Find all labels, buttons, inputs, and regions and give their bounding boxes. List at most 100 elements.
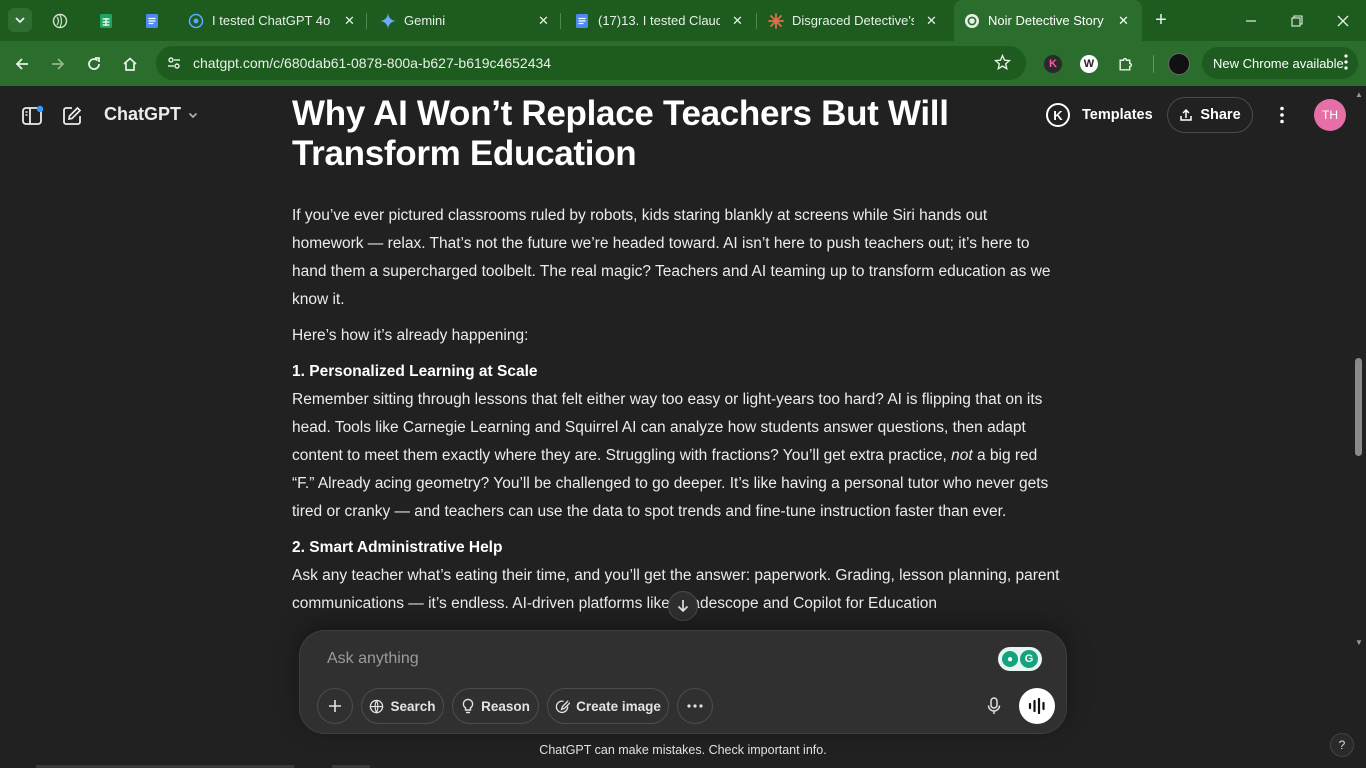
globe-icon: [370, 699, 384, 714]
close-tab-icon[interactable]: ✕: [1118, 13, 1129, 29]
tab-pinned-3[interactable]: [136, 0, 170, 41]
scrollbar[interactable]: ▲ ▼: [1352, 86, 1366, 650]
conversation-options-button[interactable]: [1270, 102, 1294, 128]
arrow-left-icon: [15, 58, 28, 70]
scroll-up-icon[interactable]: ▲: [1355, 90, 1363, 99]
share-button[interactable]: Share: [1167, 97, 1253, 133]
kebab-menu-icon: [1280, 106, 1284, 124]
new-chat-button[interactable]: [60, 104, 84, 128]
restore-button[interactable]: [1274, 0, 1320, 41]
tab-divider: [756, 13, 757, 29]
lightbulb-icon: [462, 698, 474, 714]
tab-pinned-2[interactable]: [90, 0, 124, 41]
tab-divider: [366, 13, 367, 29]
close-tab-icon[interactable]: ✕: [926, 13, 937, 29]
voice-wave-icon: [1028, 698, 1045, 714]
url-text: chatgpt.com/c/680dab61-0878-800a-b627-b6…: [193, 55, 552, 71]
search-label: Search: [390, 698, 436, 714]
avatar[interactable]: TH: [1314, 99, 1346, 131]
profile-avatar-icon: [1168, 53, 1190, 75]
close-tab-icon[interactable]: ✕: [732, 13, 743, 29]
tab-disgraced-detective[interactable]: Disgraced Detective's C ✕: [760, 0, 950, 41]
help-button[interactable]: ?: [1330, 733, 1354, 757]
scroll-down-icon[interactable]: ▼: [1355, 638, 1363, 647]
model-selector[interactable]: ChatGPT: [104, 104, 199, 125]
reload-button[interactable]: [80, 50, 108, 78]
microphone-icon: [987, 697, 1001, 714]
restore-icon: [1291, 14, 1303, 27]
tab-gemini[interactable]: Gemini ✕: [372, 0, 556, 41]
reason-label: Reason: [481, 698, 530, 714]
brand-label: ChatGPT: [104, 104, 182, 124]
browser-tab-strip: I tested ChatGPT 4o im ✕ Gemini ✕ (17)13…: [0, 0, 1366, 41]
tab-divider: [560, 13, 561, 29]
reason-button[interactable]: Reason: [452, 688, 539, 724]
globe-icon: [52, 13, 68, 29]
sheets-icon: [98, 13, 114, 29]
close-tab-icon[interactable]: ✕: [538, 13, 549, 29]
claude-icon: [768, 12, 784, 29]
extension-k-icon: K: [1044, 55, 1062, 73]
dictate-button[interactable]: [977, 688, 1011, 724]
close-window-button[interactable]: [1320, 0, 1366, 41]
forward-button[interactable]: [44, 50, 72, 78]
scrollbar-thumb[interactable]: [1355, 358, 1362, 456]
tab-noir-detective-story[interactable]: Noir Detective Story ✕: [954, 0, 1142, 41]
search-button[interactable]: Search: [361, 688, 444, 724]
tab-chatgpt-4o-article[interactable]: I tested ChatGPT 4o im ✕: [180, 0, 362, 41]
tab-claude-doc[interactable]: (17)13. I tested Claude ✕: [566, 0, 756, 41]
profile-button[interactable]: [1165, 50, 1193, 78]
assistant-message: Why AI Won’t Replace Teachers But Will T…: [292, 94, 1062, 618]
lightbulb-icon: ●: [1002, 651, 1018, 667]
tab-title: I tested ChatGPT 4o im: [212, 13, 334, 28]
chatgpt-app: Why AI Won’t Replace Teachers But Will T…: [0, 86, 1366, 768]
create-image-button[interactable]: Create image: [547, 688, 669, 724]
docs-icon: [574, 13, 590, 29]
chevron-down-icon: [15, 17, 25, 24]
section-body: Remember sitting through lessons that fe…: [292, 391, 1049, 520]
tab-title: Gemini: [404, 13, 446, 28]
browser-toolbar: chatgpt.com/c/680dab61-0878-800a-b627-b6…: [0, 41, 1366, 86]
home-button[interactable]: [116, 50, 144, 78]
share-icon: [1180, 108, 1193, 121]
message-composer: Ask anything ● G Search Reason Create im…: [299, 630, 1067, 734]
scroll-to-bottom-button[interactable]: [668, 591, 698, 621]
bookmark-star-icon[interactable]: [993, 53, 1012, 76]
extension-w-button[interactable]: W: [1075, 50, 1103, 78]
tab-pinned-1[interactable]: [44, 0, 78, 41]
extension-k-button[interactable]: K: [1039, 50, 1067, 78]
puzzle-icon: [1118, 57, 1132, 71]
new-chrome-available-button[interactable]: New Chrome available: [1202, 47, 1358, 79]
grammarly-widget[interactable]: ● G: [998, 647, 1042, 671]
new-tab-button[interactable]: +: [1138, 0, 1184, 41]
minimize-button[interactable]: [1228, 0, 1274, 41]
site-icon: [188, 13, 204, 29]
extensions-button[interactable]: [1111, 50, 1139, 78]
arrow-right-icon: [52, 58, 65, 70]
tab-title: (17)13. I tested Claude: [598, 13, 720, 28]
tab-search-button[interactable]: [8, 8, 32, 32]
toolbar-divider: [1153, 55, 1154, 73]
kebab-menu-icon: [1344, 54, 1348, 73]
back-button[interactable]: [8, 50, 36, 78]
templates-button[interactable]: K Templates: [1046, 100, 1153, 130]
more-tools-button[interactable]: [677, 688, 713, 724]
templates-label: Templates: [1082, 107, 1153, 123]
article-intro: If you’ve ever pictured classrooms ruled…: [292, 207, 1051, 308]
docs-icon: [144, 13, 160, 29]
ellipsis-icon: [687, 704, 703, 708]
prompt-input[interactable]: Ask anything: [327, 650, 419, 668]
share-label: Share: [1200, 107, 1241, 123]
arrow-down-icon: [677, 600, 689, 613]
image-brush-icon: [555, 699, 571, 713]
attach-button[interactable]: [317, 688, 353, 724]
minimize-icon: [1246, 19, 1256, 22]
close-tab-icon[interactable]: ✕: [344, 13, 355, 29]
gemini-icon: [380, 12, 396, 29]
voice-mode-button[interactable]: [1019, 688, 1055, 724]
sidebar-toggle-button[interactable]: [20, 104, 44, 128]
reload-icon: [88, 57, 100, 70]
site-info-icon[interactable]: [166, 55, 182, 76]
address-bar[interactable]: chatgpt.com/c/680dab61-0878-800a-b627-b6…: [156, 46, 1026, 80]
grammarly-icon: G: [1020, 650, 1038, 668]
